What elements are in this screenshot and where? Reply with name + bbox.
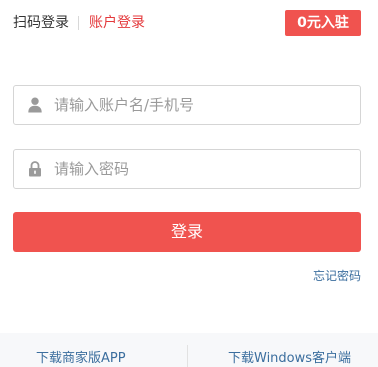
download-footer: 下载商家版APP 下载Windows客户端: [0, 333, 378, 367]
download-windows-link[interactable]: 下载Windows客户端: [228, 347, 351, 366]
download-app-link[interactable]: 下载商家版APP: [36, 347, 126, 366]
join-button[interactable]: 0元入驻: [285, 10, 361, 36]
lock-icon: [28, 161, 42, 177]
footer-divider: [187, 345, 188, 367]
tab-divider: [78, 16, 79, 30]
password-input[interactable]: [54, 150, 350, 188]
username-input[interactable]: [54, 86, 350, 124]
password-field[interactable]: [13, 149, 361, 189]
tab-account-login[interactable]: 账户登录: [89, 10, 145, 36]
tab-qr-login[interactable]: 扫码登录: [13, 10, 69, 36]
username-field[interactable]: [13, 85, 361, 125]
login-header: 扫码登录 账户登录 0元入驻: [13, 10, 361, 36]
login-button[interactable]: 登录: [13, 212, 361, 252]
user-icon: [28, 97, 42, 113]
forgot-password-link[interactable]: 忘记密码: [313, 267, 361, 284]
